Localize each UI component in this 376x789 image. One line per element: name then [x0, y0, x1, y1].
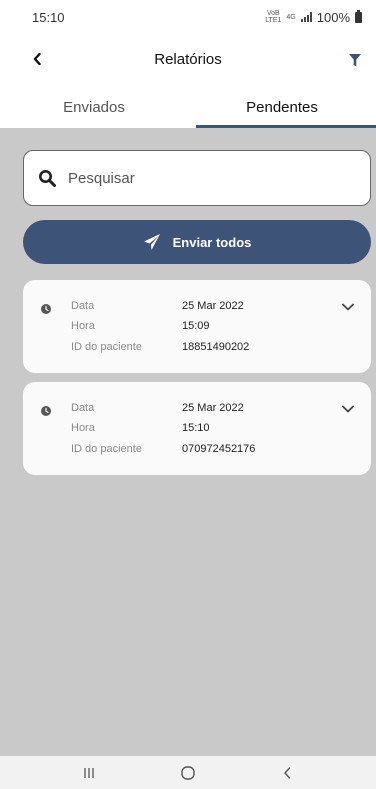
home-icon: [181, 765, 195, 780]
status-icons: VoB LTE1 4G 100%: [265, 9, 362, 25]
back-icon: [283, 766, 290, 779]
network-icon: VoB LTE1: [265, 10, 282, 24]
filter-button[interactable]: [344, 49, 366, 71]
date-label: Data: [71, 300, 95, 312]
search-input[interactable]: [68, 169, 328, 187]
status-time: 15:10: [32, 9, 65, 25]
signal-icon: [300, 12, 312, 22]
chevron-down-icon[interactable]: [341, 404, 355, 414]
patient-id-value: 070972452176: [182, 443, 256, 455]
chevron-down-icon[interactable]: [341, 302, 355, 312]
tab-enviados[interactable]: Enviados: [0, 86, 188, 128]
send-all-label: Enviar todos: [172, 234, 252, 250]
chevron-left-icon: [33, 53, 41, 65]
paper-plane-icon: [143, 234, 160, 250]
report-time-row: Hora 15:10: [71, 422, 210, 434]
report-patient-id-row: ID do paciente 070972452176: [71, 443, 255, 455]
home-button[interactable]: [173, 761, 203, 785]
battery-icon: [355, 9, 362, 23]
date-value: 25 Mar 2022: [182, 402, 244, 414]
report-date-row: Data 25 Mar 2022: [71, 402, 244, 414]
recents-icon: [84, 767, 94, 778]
search-icon: [39, 170, 56, 187]
battery-percent: 100%: [316, 9, 350, 25]
report-card[interactable]: Data 25 Mar 2022 Hora 15:09 ID do pacien…: [23, 280, 371, 373]
page-title: Relatórios: [154, 50, 222, 68]
time-value: 15:10: [182, 422, 210, 434]
nav-back-button[interactable]: [272, 761, 302, 785]
date-value: 25 Mar 2022: [182, 300, 244, 312]
tab-pendentes[interactable]: Pendentes: [188, 86, 376, 128]
patient-id-value: 18851490202: [182, 341, 250, 353]
report-date-row: Data 25 Mar 2022: [71, 300, 244, 312]
patient-id-label: ID do paciente: [71, 443, 142, 455]
report-time-row: Hora 15:09: [71, 320, 210, 332]
network-type: 4G: [286, 13, 296, 21]
clock-icon: [41, 406, 51, 416]
time-label: Hora: [71, 320, 95, 332]
report-card[interactable]: Data 25 Mar 2022 Hora 15:10 ID do pacien…: [23, 382, 371, 475]
back-button[interactable]: [26, 48, 48, 70]
time-label: Hora: [71, 422, 95, 434]
time-value: 15:09: [182, 320, 210, 332]
recents-button[interactable]: [74, 761, 104, 785]
clock-icon: [41, 304, 51, 314]
filter-icon: [349, 53, 361, 66]
app-header: Relatórios: [0, 40, 376, 78]
system-nav-bar: [0, 756, 376, 789]
send-all-button[interactable]: Enviar todos: [23, 220, 371, 264]
date-label: Data: [71, 402, 95, 414]
patient-id-label: ID do paciente: [71, 341, 142, 353]
tab-bar: Enviados Pendentes: [0, 86, 376, 128]
report-patient-id-row: ID do paciente 18851490202: [71, 341, 249, 353]
status-bar: 15:10 VoB LTE1 4G 100%: [0, 0, 376, 34]
search-box[interactable]: [23, 150, 371, 206]
content-area: Enviar todos Data 25 Mar 2022 Hora 15:09…: [0, 128, 376, 756]
